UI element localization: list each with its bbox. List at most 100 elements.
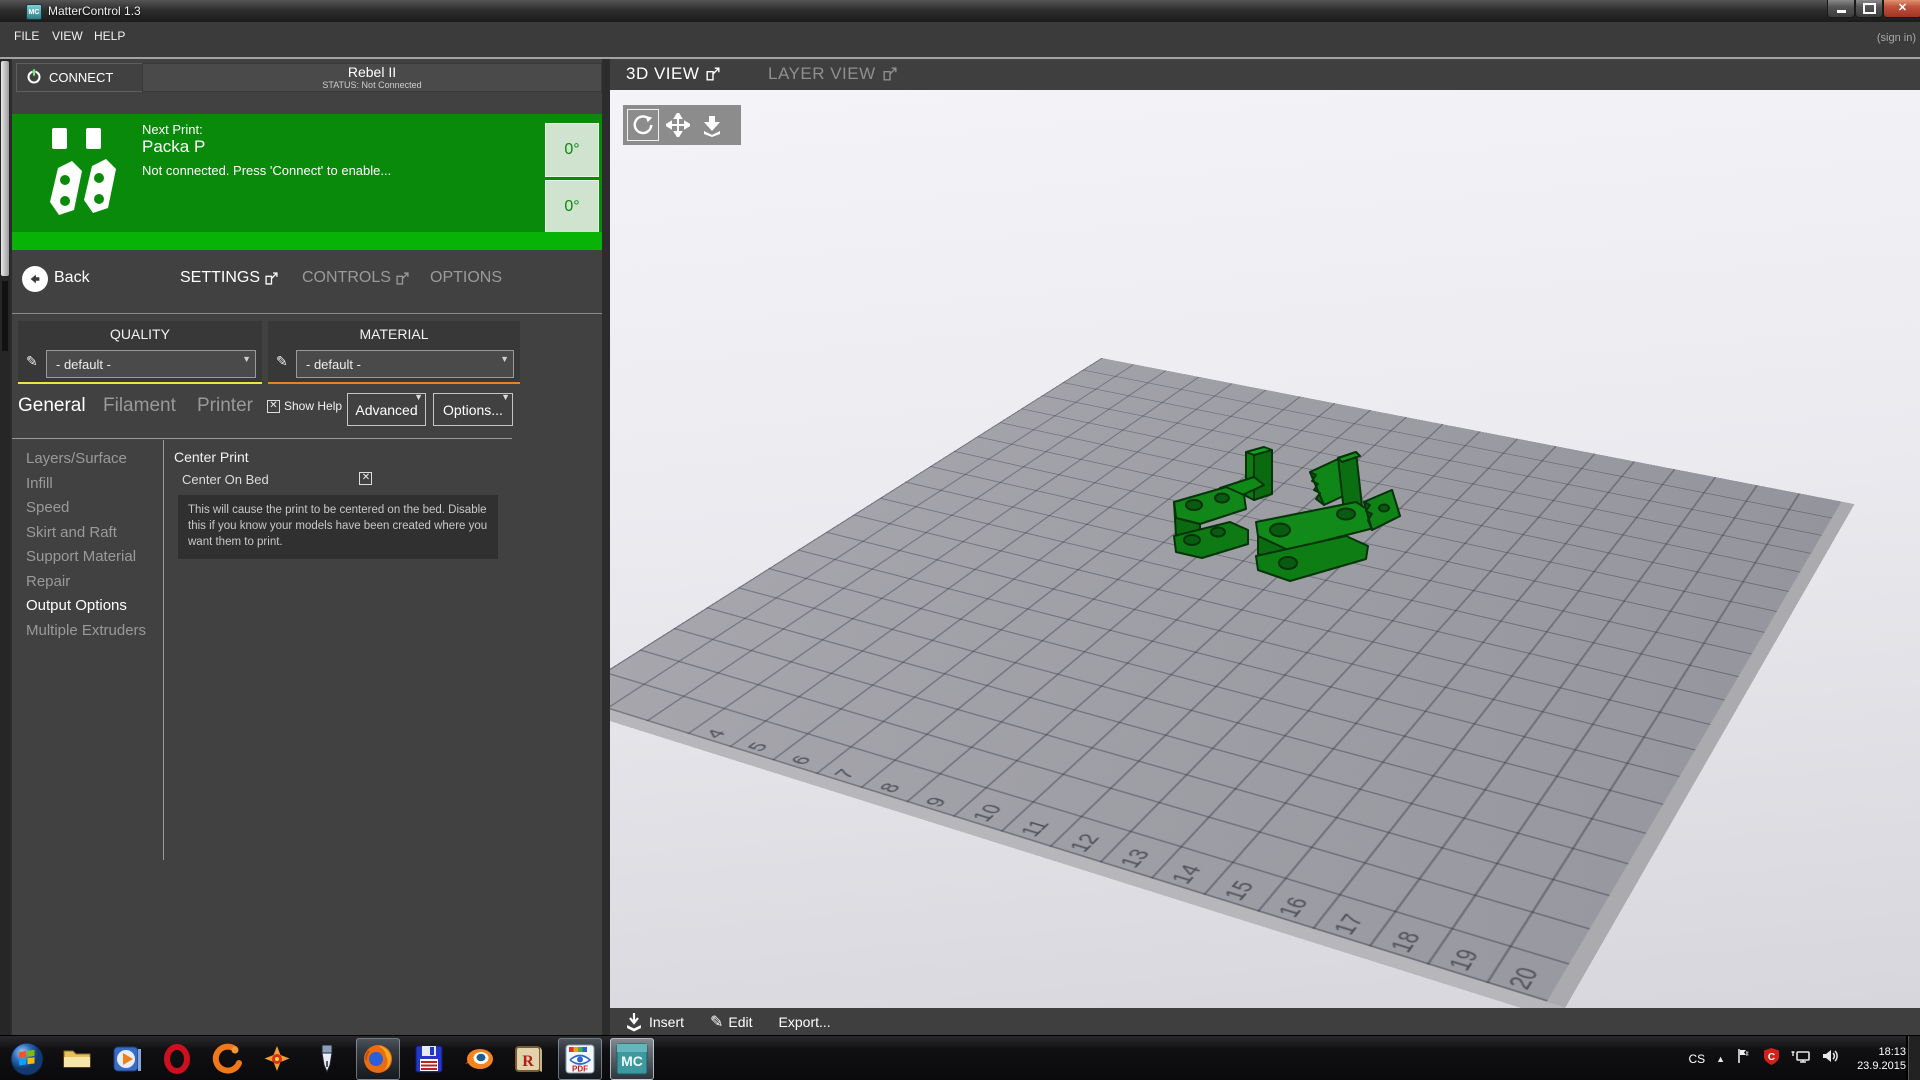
options-button[interactable]: Options... ▼ xyxy=(433,393,513,426)
quality-dropdown[interactable]: - default - ▼ xyxy=(46,350,256,378)
material-dropdown[interactable]: - default - ▼ xyxy=(296,350,514,378)
category-support-material[interactable]: Support Material xyxy=(16,545,160,570)
taskbar-opera-app[interactable] xyxy=(156,1039,198,1079)
volume-icon[interactable] xyxy=(1822,1048,1840,1069)
insert-icon xyxy=(624,1012,644,1032)
taskbar-media-player-app[interactable] xyxy=(106,1039,148,1079)
network-icon[interactable] xyxy=(1791,1048,1811,1070)
tab-printer[interactable]: Printer xyxy=(197,395,253,417)
bed-temperature[interactable]: 0° xyxy=(545,180,599,234)
back-label[interactable]: Back xyxy=(54,269,90,287)
edit-pencil-icon[interactable]: ✎ xyxy=(276,353,288,370)
extruder-temperature[interactable]: 0° xyxy=(545,123,599,177)
left-scrollbar[interactable] xyxy=(0,59,10,1035)
connection-message: Not connected. Press 'Connect' to enable… xyxy=(142,163,391,178)
material-preset: MATERIAL ✎ - default - ▼ xyxy=(268,321,520,384)
taskbar-explorer-app[interactable] xyxy=(56,1039,98,1079)
viewport-3d[interactable]: 4567891011121314151617181920 xyxy=(610,90,1920,1008)
view-tool-tray xyxy=(623,105,741,145)
separator xyxy=(163,440,164,860)
taskbar-floppy-app[interactable] xyxy=(408,1039,450,1079)
tab-settings[interactable]: SETTINGS xyxy=(180,269,278,287)
connect-button[interactable]: CONNECT xyxy=(16,63,147,92)
sign-in-link[interactable]: (sign in) xyxy=(1877,32,1916,44)
taskbar-xnview-app[interactable] xyxy=(256,1039,298,1079)
taskbar-clock[interactable]: 18:13 23.9.2015 xyxy=(1857,1045,1906,1073)
taskbar-repetier-app[interactable]: R xyxy=(508,1039,550,1079)
back-button[interactable] xyxy=(22,266,48,292)
view-header: 3D VIEW LAYER VIEW xyxy=(610,59,1920,90)
taskbar-blender-app[interactable] xyxy=(458,1039,500,1079)
taskbar-pdf-viewer-app[interactable]: PDF xyxy=(558,1038,602,1080)
minimize-button[interactable] xyxy=(1827,0,1855,18)
view-bottom-bar: Insert ✎ Edit Export... xyxy=(610,1008,1920,1035)
next-print-panel: Next Print: Packa P Not connected. Press… xyxy=(12,114,602,250)
category-repair[interactable]: Repair xyxy=(16,570,160,595)
category-output-options[interactable]: Output Options xyxy=(16,594,160,619)
settings-category-list: Layers/SurfaceInfillSpeedSkirt and RaftS… xyxy=(16,447,160,643)
show-desktop-button[interactable] xyxy=(1906,1036,1920,1080)
scrollbar-thumb[interactable] xyxy=(1,61,9,276)
printer-status: STATUS: Not Connected xyxy=(322,80,421,90)
chevron-down-icon: ▼ xyxy=(500,354,509,364)
back-arrow-icon xyxy=(28,272,42,286)
category-multiple-extruders[interactable]: Multiple Extruders xyxy=(16,619,160,644)
title-bar[interactable]: MC MatterControl 1.3 ✕ xyxy=(0,0,1920,22)
action-center-flag-icon[interactable] xyxy=(1736,1048,1752,1069)
tab-controls[interactable]: CONTROLS xyxy=(302,269,409,287)
mattercontrol-window: MC MatterControl 1.3 ✕ FILE VIEW HELP (s… xyxy=(0,0,1920,1080)
category-infill[interactable]: Infill xyxy=(16,472,160,497)
printer-header[interactable]: Rebel II STATUS: Not Connected xyxy=(142,63,602,92)
external-link-icon xyxy=(265,272,278,285)
quality-preset: QUALITY ✎ - default - ▼ xyxy=(18,321,262,384)
advanced-button[interactable]: Advanced ▼ xyxy=(347,393,426,426)
print-model[interactable] xyxy=(1158,442,1404,600)
menu-file[interactable]: FILE xyxy=(14,29,39,43)
antivirus-shield-icon[interactable]: C xyxy=(1763,1048,1780,1070)
tab-options[interactable]: OPTIONS xyxy=(430,269,502,287)
move-tool-button[interactable] xyxy=(663,110,693,140)
windows-taskbar: R PDF MC CS ▲ C 18:13 23.9.2015 xyxy=(0,1035,1920,1080)
chevron-down-icon: ▼ xyxy=(242,354,251,364)
menu-view[interactable]: VIEW xyxy=(52,29,83,43)
tab-general[interactable]: General xyxy=(18,395,86,417)
category-skirt-and-raft[interactable]: Skirt and Raft xyxy=(16,521,160,546)
material-accent xyxy=(268,382,520,384)
close-button[interactable]: ✕ xyxy=(1883,0,1920,18)
show-help-checkbox[interactable] xyxy=(267,400,280,413)
taskbar-start-button[interactable] xyxy=(6,1039,48,1079)
separator xyxy=(12,438,512,439)
edit-button[interactable]: ✎ Edit xyxy=(710,1012,753,1032)
svg-text:C: C xyxy=(1768,1052,1775,1063)
chevron-down-icon: ▼ xyxy=(414,392,423,402)
center-on-bed-checkbox[interactable] xyxy=(359,472,372,485)
svg-text:PDF: PDF xyxy=(572,1064,588,1073)
category-layers-surface[interactable]: Layers/Surface xyxy=(16,447,160,472)
taskbar-downloader-app[interactable] xyxy=(206,1039,248,1079)
center-on-bed-label: Center On Bed xyxy=(182,472,269,487)
taskbar-firefox-app[interactable] xyxy=(356,1038,400,1080)
quality-accent xyxy=(18,382,262,384)
chevron-down-icon: ▼ xyxy=(501,392,510,402)
edit-pencil-icon[interactable]: ✎ xyxy=(26,353,38,370)
language-indicator[interactable]: CS xyxy=(1688,1052,1705,1066)
menu-help[interactable]: HELP xyxy=(94,29,125,43)
insert-button[interactable]: Insert xyxy=(624,1012,684,1032)
scale-tool-button[interactable] xyxy=(697,110,727,140)
category-speed[interactable]: Speed xyxy=(16,496,160,521)
export-button[interactable]: Export... xyxy=(779,1014,831,1030)
app-icon: MC xyxy=(26,4,42,20)
hidden-icons-arrow[interactable]: ▲ xyxy=(1716,1054,1725,1064)
maximize-button[interactable] xyxy=(1855,0,1883,18)
tab-layer-view[interactable]: LAYER VIEW xyxy=(768,64,897,84)
taskbar-apps: R PDF MC xyxy=(2,1036,658,1080)
taskbar-pen-tool-app[interactable] xyxy=(306,1039,348,1079)
power-icon xyxy=(26,68,42,87)
tab-filament[interactable]: Filament xyxy=(103,395,176,417)
setting-help-text: This will cause the print to be centered… xyxy=(178,495,498,559)
material-label: MATERIAL xyxy=(268,326,520,342)
tab-3d-view[interactable]: 3D VIEW xyxy=(626,64,720,84)
progress-strip xyxy=(12,232,602,250)
taskbar-mattercontrol-app[interactable]: MC xyxy=(610,1038,654,1080)
rotate-tool-button[interactable] xyxy=(627,109,659,141)
